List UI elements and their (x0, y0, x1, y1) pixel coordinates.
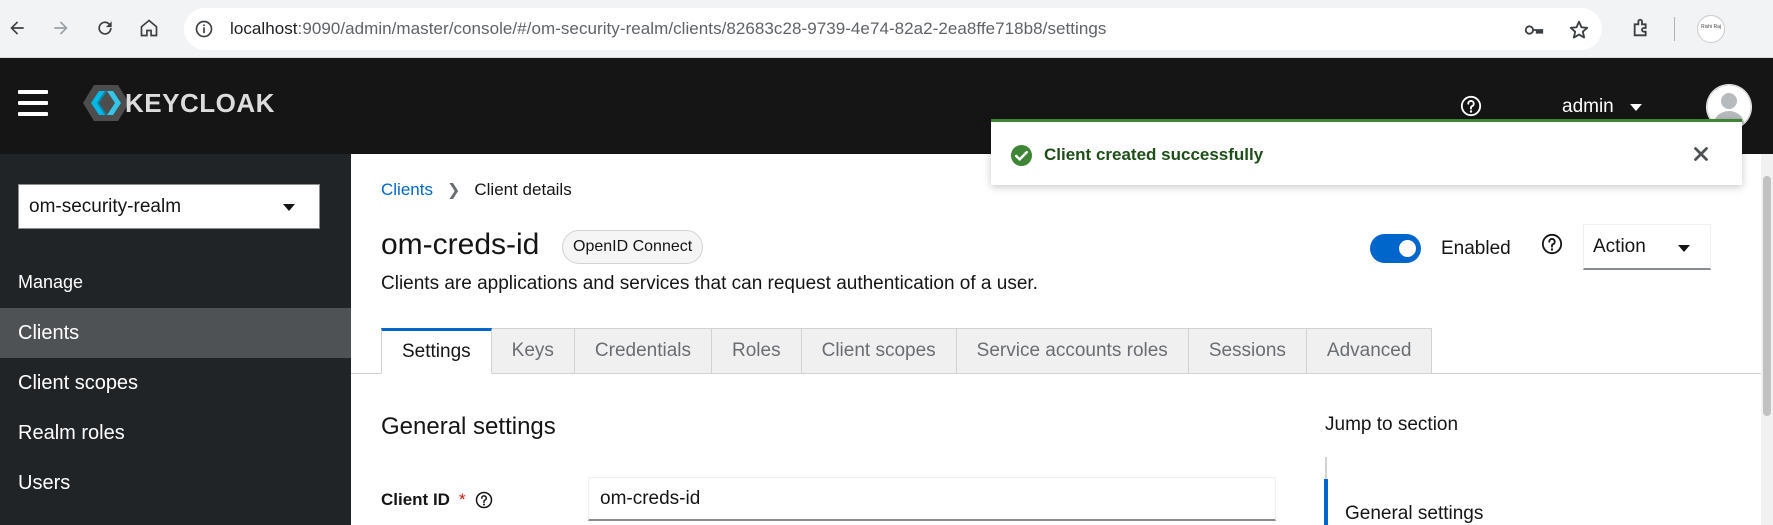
breadcrumb: Clients ❯ Client details (381, 180, 572, 200)
section-title-general-settings: General settings (381, 413, 556, 440)
tab-credentials[interactable]: Credentials (574, 328, 713, 374)
tab-roles[interactable]: Roles (712, 328, 802, 374)
toolbar-divider (1674, 17, 1675, 41)
client-id-value: om-creds-id (600, 487, 701, 509)
nav-section-manage: Manage (18, 272, 84, 292)
tab-sessions[interactable]: Sessions (1188, 328, 1307, 374)
help-icon[interactable] (1541, 233, 1563, 255)
toggle-knob (1399, 240, 1416, 257)
breadcrumb-separator-icon: ❯ (446, 182, 461, 199)
address-bar[interactable]: localhost:9090/admin/master/console/#/om… (184, 8, 1602, 50)
client-id-field[interactable]: om-creds-id (588, 477, 1276, 521)
page-description: Clients are applications and services th… (381, 273, 1038, 294)
sidebar-item-label: Users (18, 471, 71, 494)
sidebar-item-users[interactable]: Users (0, 458, 351, 508)
back-icon[interactable] (0, 11, 34, 45)
toast-message: Client created successfully (1044, 145, 1264, 164)
help-icon[interactable] (475, 491, 493, 509)
tab-advanced[interactable]: Advanced (1306, 328, 1433, 374)
enabled-label: Enabled (1441, 238, 1511, 259)
key-icon[interactable] (1522, 18, 1546, 42)
breadcrumb-current: Client details (474, 180, 572, 199)
close-icon[interactable] (1690, 143, 1712, 165)
page-title: om-creds-id (381, 228, 540, 261)
tab-service-accounts-roles[interactable]: Service accounts roles (956, 328, 1189, 374)
logo-text: KEYCLOAK (125, 87, 275, 118)
star-icon[interactable] (1567, 18, 1591, 42)
enabled-toggle[interactable] (1370, 234, 1421, 263)
menu-toggle-icon[interactable] (18, 90, 48, 116)
action-dropdown[interactable]: Action (1583, 224, 1711, 270)
jump-to-section-title: Jump to section (1325, 414, 1459, 435)
sidebar-item-clients[interactable]: Clients (0, 308, 351, 358)
profile-avatar[interactable]: Rishi Raj (1697, 15, 1725, 43)
action-label: Action (1593, 235, 1646, 257)
sidebar: om-security-realm Manage Clients Client … (0, 154, 351, 525)
forward-icon[interactable] (44, 11, 78, 45)
home-icon[interactable] (132, 11, 166, 45)
sidebar-item-label: Clients (18, 321, 80, 344)
realm-selector[interactable]: om-security-realm (18, 184, 320, 229)
keycloak-logo-icon (83, 85, 129, 121)
jump-link-general-settings[interactable]: General settings (1345, 503, 1483, 525)
help-icon[interactable] (1460, 95, 1482, 117)
sidebar-item-label: Client scopes (18, 371, 139, 394)
realm-name: om-security-realm (29, 195, 182, 217)
site-info-icon[interactable] (192, 17, 216, 41)
check-circle-icon (1010, 144, 1033, 167)
breadcrumb-link-clients[interactable]: Clients (381, 180, 433, 200)
user-dropdown[interactable]: admin (1562, 96, 1642, 118)
extensions-icon[interactable] (1630, 16, 1654, 40)
url-host: localhost (230, 19, 298, 38)
tab-client-scopes[interactable]: Client scopes (801, 328, 957, 374)
keycloak-logo[interactable]: KEYCLOAK (83, 83, 275, 123)
sidebar-item-label: Realm roles (18, 421, 125, 444)
tab-keys[interactable]: Keys (491, 328, 575, 374)
profile-text: Rishi Raj (1700, 24, 1721, 30)
reload-icon[interactable] (88, 11, 122, 45)
user-name: admin (1562, 96, 1614, 117)
page-scrollbar[interactable] (1761, 154, 1773, 525)
sidebar-item-client-scopes[interactable]: Client scopes (0, 358, 351, 408)
main-content: Clients ❯ Client details om-creds-id Ope… (351, 154, 1761, 525)
url-path: :9090/admin/master/console/#/om-security… (297, 19, 1107, 38)
browser-toolbar: localhost:9090/admin/master/console/#/om… (0, 0, 1773, 58)
required-marker: * (458, 490, 466, 509)
jump-rail-indicator (1324, 479, 1328, 525)
tab-settings[interactable]: Settings (381, 328, 492, 374)
success-toast: Client created successfully (991, 119, 1742, 185)
tab-bar: Settings Keys Credentials Roles Client s… (381, 328, 1433, 374)
url-text[interactable]: localhost:9090/admin/master/console/#/om… (230, 19, 1106, 39)
client-id-label-text: Client ID (381, 490, 450, 509)
chevron-down-icon (1629, 103, 1642, 111)
chevron-down-icon (1678, 245, 1690, 252)
chevron-down-icon (283, 204, 295, 211)
client-id-label: Client ID * (381, 490, 493, 510)
protocol-badge: OpenID Connect (562, 230, 704, 264)
sidebar-item-realm-roles[interactable]: Realm roles (0, 408, 351, 458)
scrollbar-thumb[interactable] (1763, 176, 1771, 416)
